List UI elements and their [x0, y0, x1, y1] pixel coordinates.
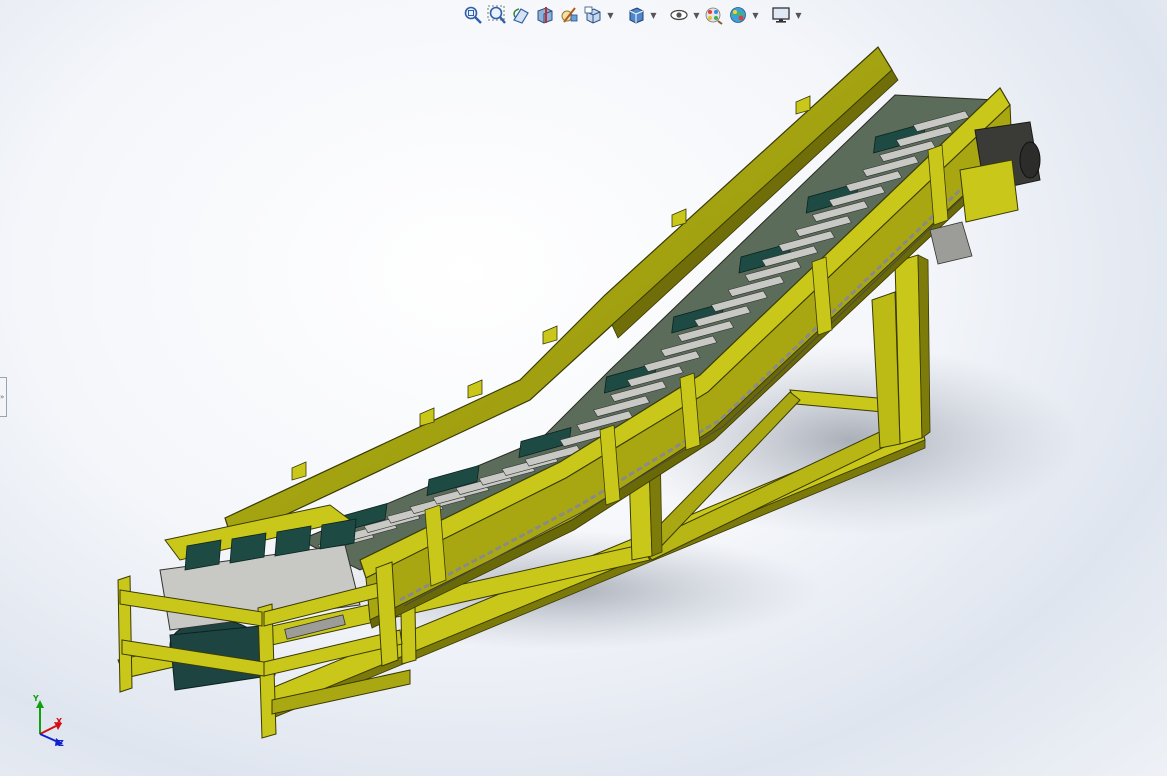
triad-x-label: X — [56, 717, 63, 726]
triad-z-label: Z — [58, 739, 64, 748]
feature-manager-flyout-tab[interactable]: » — [0, 377, 7, 417]
graphics-area[interactable] — [0, 0, 1167, 776]
expand-arrow-icon: » — [0, 393, 5, 401]
triad-y-label: Y — [33, 694, 39, 703]
